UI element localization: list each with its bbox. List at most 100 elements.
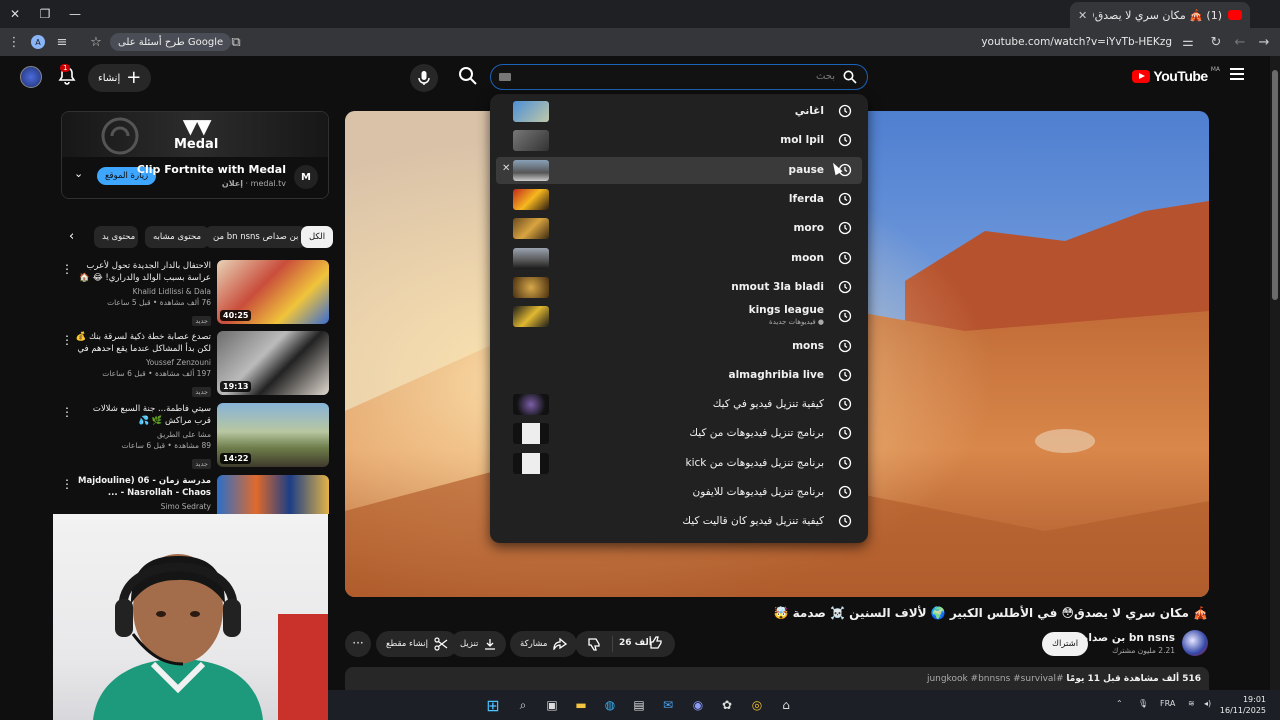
menu-dots-icon[interactable]: ⋮ bbox=[4, 32, 24, 52]
suggestion-item[interactable]: moon bbox=[496, 245, 862, 272]
profile-avatar[interactable]: A bbox=[28, 32, 48, 52]
chip-from-channel[interactable]: من bn nsns بن صداص bbox=[205, 226, 307, 248]
suggestion-item[interactable]: lferda bbox=[496, 186, 862, 213]
dislike-icon[interactable] bbox=[587, 637, 601, 651]
edge-browser-icon[interactable]: ◍ bbox=[601, 696, 619, 714]
video-thumbnail[interactable] bbox=[217, 475, 329, 514]
guide-menu-icon[interactable] bbox=[1230, 68, 1244, 82]
related-video-1[interactable]: 40:25 الاحتفال بالدار الجديدة تحول لأعرب… bbox=[61, 260, 329, 326]
more-options-icon[interactable]: ⋮ bbox=[61, 262, 73, 276]
taskbar-search-icon[interactable]: ⌕ bbox=[514, 696, 532, 714]
related-video-4[interactable]: مدرسة زمان - Majdouline) 06 Nasrollah - … bbox=[61, 475, 329, 514]
suggestion-item[interactable]: almaghribia live bbox=[496, 362, 862, 389]
suggestion-item[interactable]: moro bbox=[496, 215, 862, 242]
remove-suggestion-icon[interactable]: ✕ bbox=[502, 163, 510, 174]
minimize-window-icon[interactable]: — bbox=[60, 0, 90, 28]
medal-channel-icon[interactable]: M bbox=[294, 165, 318, 189]
game-app-icon[interactable]: ✿ bbox=[718, 696, 736, 714]
suggestion-item[interactable]: mons bbox=[496, 333, 862, 360]
chrome-icon[interactable]: ◎ bbox=[748, 696, 766, 714]
tune-icon[interactable]: ⚌ bbox=[1178, 32, 1198, 52]
download-button[interactable]: تنزيل bbox=[450, 631, 507, 657]
install-app-icon[interactable]: ⧉ bbox=[226, 32, 246, 52]
more-options-icon[interactable]: ⋮ bbox=[61, 333, 73, 347]
close-tab-icon[interactable]: ✕ bbox=[1078, 9, 1087, 22]
video-thumbnail[interactable]: 40:25 bbox=[217, 260, 329, 324]
more-actions-icon[interactable]: ··· bbox=[345, 631, 371, 657]
channel-name[interactable]: Khalid Lidlissi & Dala bbox=[75, 286, 211, 297]
file-explorer-icon[interactable]: ▬ bbox=[572, 696, 590, 714]
wifi-icon[interactable]: ≋ bbox=[1188, 699, 1195, 708]
page-scrollbar[interactable] bbox=[1270, 56, 1280, 690]
restore-window-icon[interactable]: ❐ bbox=[30, 0, 60, 28]
suggestion-item[interactable]: mol lpil bbox=[496, 127, 862, 154]
suggestion-item[interactable]: nmout 3la bladi bbox=[496, 274, 862, 301]
suggestion-item[interactable]: برنامج تنزيل فيديوهات من kick bbox=[496, 450, 862, 477]
channel-avatar[interactable] bbox=[1182, 630, 1208, 656]
channel-name[interactable]: Simo Sedraty bbox=[75, 501, 211, 512]
video-title[interactable]: سيتي فاطمة... جنة السبع شلالات قرب مراكش… bbox=[75, 403, 211, 427]
chip-similar[interactable]: محتوى مشابه bbox=[145, 226, 209, 248]
like-icon[interactable] bbox=[649, 636, 663, 650]
address-bar-url[interactable]: youtube.com/watch?v=iYvTb-HEKzg bbox=[981, 36, 1172, 48]
youtube-logo[interactable]: YouTube MA bbox=[1132, 66, 1220, 84]
capture-app-icon[interactable]: ⌂ bbox=[777, 696, 795, 714]
suggestion-item[interactable]: اغاني bbox=[496, 98, 862, 125]
reading-list-icon[interactable]: ≡ bbox=[52, 32, 72, 52]
suggestion-item[interactable]: برنامج تنزيل فيديوهات من كيك bbox=[496, 420, 862, 447]
suggestion-item[interactable]: kings league ● فيديوهات جديدة bbox=[496, 303, 862, 330]
description-tags[interactable]: #jungkook #bnnsns #survival bbox=[927, 674, 1064, 684]
browser-tab-active[interactable]: (1) 🎪 مكان سري لا يصدق😳 في ✕ bbox=[1070, 2, 1250, 28]
account-avatar[interactable] bbox=[20, 66, 42, 88]
back-icon[interactable]: → bbox=[1254, 32, 1274, 52]
related-video-3[interactable]: 14:22 سيتي فاطمة... جنة السبع شلالات قرب… bbox=[61, 403, 329, 469]
close-window-icon[interactable]: ✕ bbox=[0, 0, 30, 28]
video-thumbnail[interactable]: 19:13 bbox=[217, 331, 329, 395]
bookmark-star-icon[interactable]: ☆ bbox=[86, 32, 106, 52]
volume-icon[interactable]: ◂) bbox=[1204, 699, 1211, 708]
tray-microphone-icon[interactable]: 🎙 bbox=[1138, 699, 1148, 708]
subscribe-button[interactable]: اشتراك bbox=[1042, 632, 1089, 656]
notifications-button[interactable]: 1 bbox=[58, 64, 76, 90]
forward-icon[interactable]: ← bbox=[1230, 32, 1250, 52]
tray-chevron-icon[interactable]: ⌃ bbox=[1116, 699, 1123, 708]
windows-start-icon[interactable]: ⊞ bbox=[484, 696, 502, 715]
more-options-icon[interactable]: ⋮ bbox=[61, 405, 73, 419]
google-lens-chip[interactable]: طرح أسئلة على Google bbox=[110, 33, 232, 51]
suggestion-item[interactable]: كيفية تنزيل فيديو كان قاليت كيك bbox=[496, 508, 862, 535]
chip-related-content[interactable]: محتوى يد bbox=[94, 226, 138, 248]
discord-icon[interactable]: ◉ bbox=[689, 696, 707, 714]
scrollbar-thumb[interactable] bbox=[1272, 70, 1278, 300]
outlook-icon[interactable]: ✉ bbox=[659, 696, 677, 714]
ad-title[interactable]: Clip Fortnite with Medal bbox=[137, 163, 286, 176]
share-button[interactable]: مشاركة bbox=[510, 631, 578, 657]
suggestion-item[interactable]: كيفية تنزيل فيديو في كيك bbox=[496, 391, 862, 418]
voice-search-button[interactable] bbox=[410, 64, 438, 92]
sponsored-ad-card[interactable]: ▼▼ Medal ⌄ زيارة الموقع Clip Fortnite wi… bbox=[61, 111, 329, 199]
microsoft-store-icon[interactable]: ▤ bbox=[630, 696, 648, 714]
suggestion-item-hovered[interactable]: ✕ pause bbox=[496, 157, 862, 184]
channel-name[interactable]: مشا على الطريق bbox=[75, 429, 211, 440]
chevron-left-icon[interactable]: ‹ bbox=[69, 229, 74, 244]
search-toggle-button[interactable] bbox=[458, 66, 478, 90]
channel-name[interactable]: Youssef Zenzouni bbox=[75, 357, 211, 368]
task-view-icon[interactable]: ▣ bbox=[543, 696, 561, 714]
video-title[interactable]: مدرسة زمان - Majdouline) 06 Nasrollah - … bbox=[75, 475, 211, 499]
clip-button[interactable]: إنشاء مقطع bbox=[376, 631, 458, 657]
video-title[interactable]: تصدع عصابة خطة ذكية لسرقة بنك 💰 لكن بدأ … bbox=[75, 331, 211, 355]
channel-name-main[interactable]: bn nsns بن صداص bbox=[1074, 632, 1175, 644]
language-indicator[interactable]: FRA bbox=[1160, 699, 1175, 708]
description-stats: 516 ألف مشاهدة قبل 11 يومًا bbox=[1066, 674, 1201, 684]
search-input[interactable]: بحث bbox=[490, 64, 868, 90]
video-title[interactable]: الاحتفال بالدار الجديدة تحول لأعرب عراسة… bbox=[75, 260, 211, 284]
chip-all[interactable]: الكل bbox=[301, 226, 334, 248]
reload-icon[interactable]: ↻ bbox=[1206, 32, 1226, 52]
related-video-2[interactable]: 19:13 تصدع عصابة خطة ذكية لسرقة بنك 💰 لك… bbox=[61, 331, 329, 397]
suggestion-item[interactable]: برنامج تنزيل فيديوهات للايفون bbox=[496, 479, 862, 506]
more-options-icon[interactable]: ⋮ bbox=[61, 477, 73, 491]
create-button[interactable]: إنشاء + bbox=[88, 64, 152, 92]
video-thumbnail[interactable]: 14:22 bbox=[217, 403, 329, 467]
taskbar-clock[interactable]: 19:01 16/11/2025 bbox=[1220, 694, 1266, 716]
search-submit-icon[interactable] bbox=[843, 70, 857, 84]
chevron-down-icon[interactable]: ⌄ bbox=[74, 167, 83, 180]
